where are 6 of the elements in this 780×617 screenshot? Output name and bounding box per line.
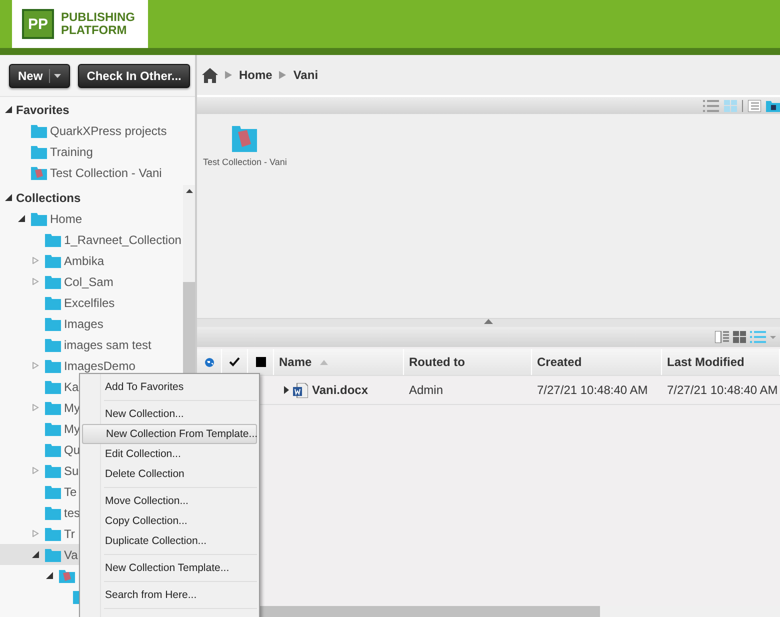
logo-mark: PP bbox=[22, 9, 54, 39]
logo-text: PUBLISHING bbox=[61, 11, 136, 24]
table-cell: Admin bbox=[409, 383, 444, 397]
logo-text: PLATFORM bbox=[61, 24, 128, 37]
table-cell: 7/27/21 10:48:40 AM bbox=[537, 383, 648, 397]
table-cell: 7/27/21 10:48:40 AM bbox=[667, 383, 778, 397]
